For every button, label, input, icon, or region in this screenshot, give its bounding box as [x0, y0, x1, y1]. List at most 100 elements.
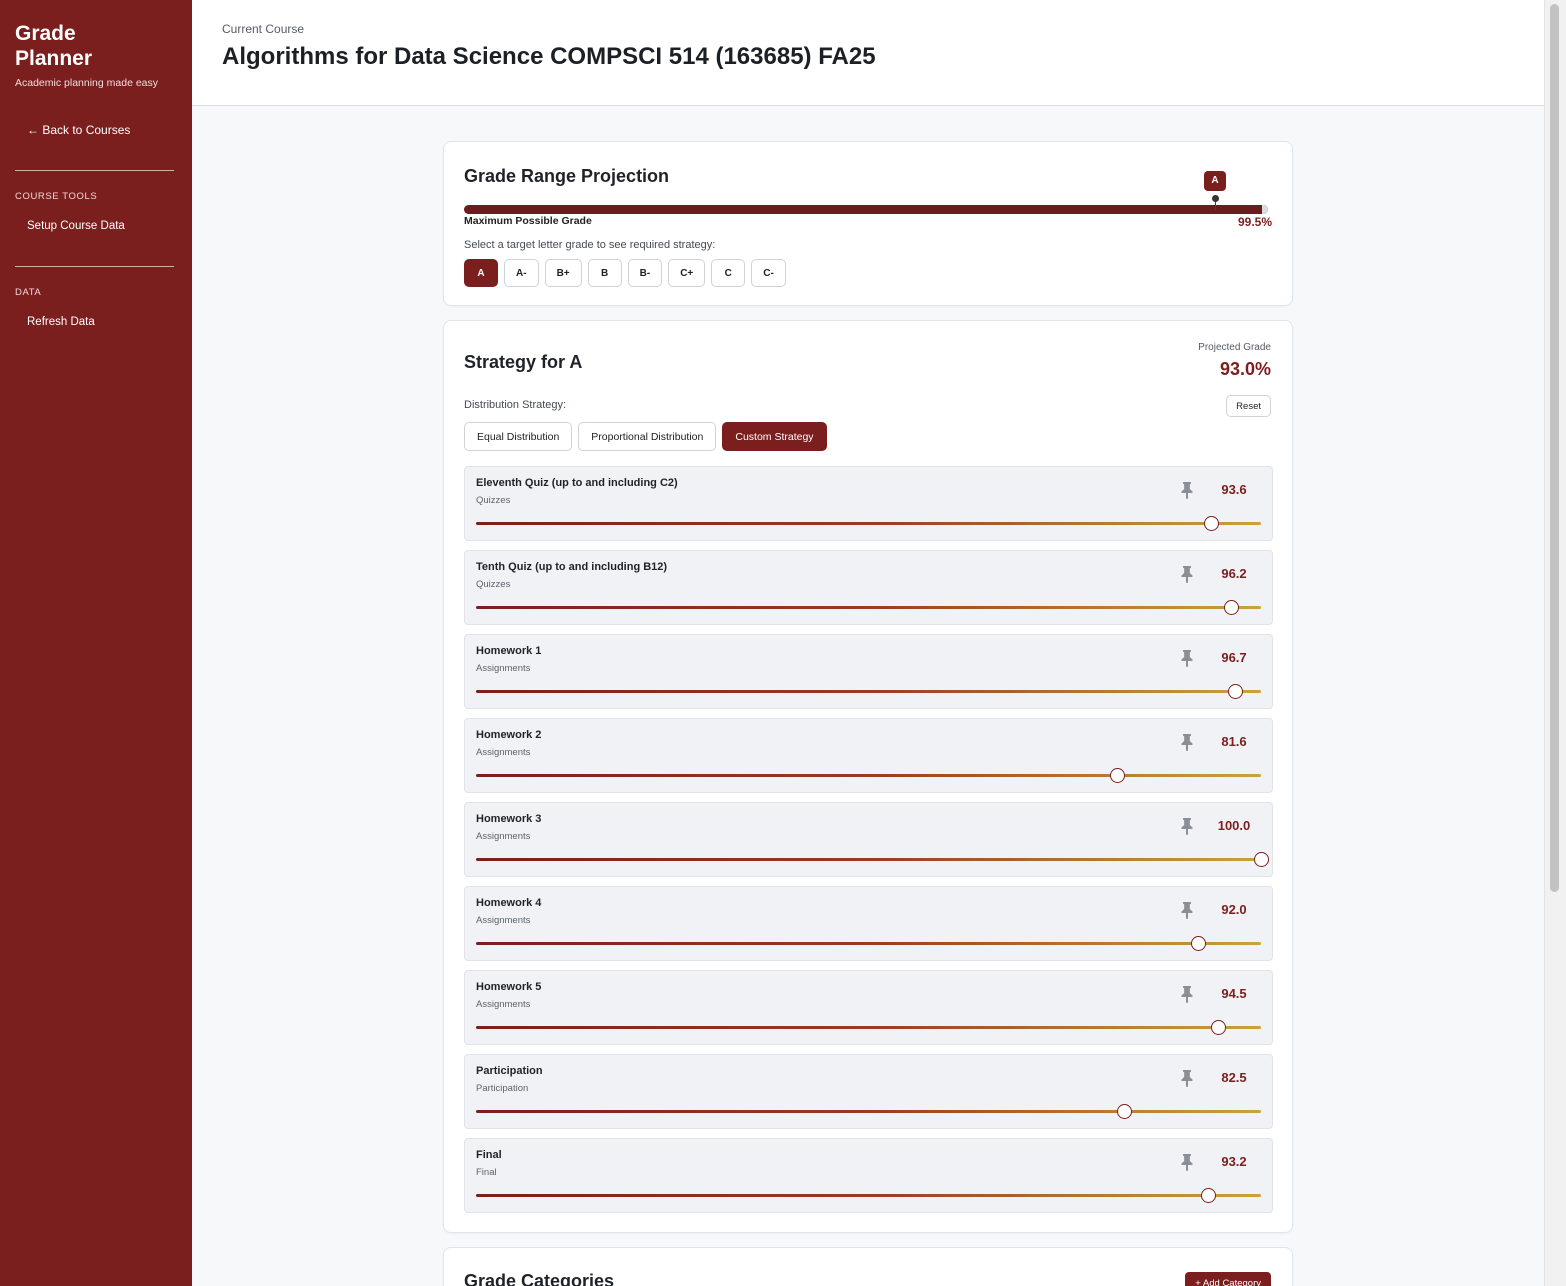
strategy-item: Participation Participation 82.5	[464, 1054, 1273, 1129]
score-slider-track[interactable]	[476, 942, 1261, 945]
sidebar-section-course-tools: COURSE TOOLS	[15, 191, 98, 202]
strategy-item-score[interactable]: 82.5	[1206, 1070, 1262, 1085]
strategy-title: Strategy for A	[464, 352, 583, 372]
grade-range-bar-remainder	[1262, 205, 1268, 214]
strategy-item: Homework 5 Assignments 94.5	[464, 970, 1273, 1045]
strategy-item: Final Final 93.2	[464, 1138, 1273, 1213]
sidebar-section-data: DATA	[15, 287, 42, 298]
pin-icon[interactable]	[1180, 1069, 1194, 1087]
target-grade-prompt: Select a target letter grade to see requ…	[464, 239, 716, 251]
score-slider-thumb[interactable]	[1210, 1020, 1226, 1035]
strategy-item-category: Assignments	[476, 915, 531, 926]
grade-button-c-plus[interactable]: C+	[668, 259, 706, 287]
strategy-item-score[interactable]: 92.0	[1206, 902, 1262, 917]
strategy-item: Eleventh Quiz (up to and including C2) Qu…	[464, 466, 1273, 541]
strategy-item-category: Assignments	[476, 747, 531, 758]
pin-icon[interactable]	[1180, 901, 1194, 919]
grade-button-b-minus[interactable]: B-	[627, 259, 663, 287]
grade-button-a-minus[interactable]: A-	[504, 259, 539, 287]
strategy-item-score[interactable]: 96.7	[1206, 650, 1262, 665]
score-slider-thumb[interactable]	[1191, 936, 1207, 951]
score-slider-track[interactable]	[476, 606, 1261, 609]
sidebar: Grade Planner Academic planning made eas…	[0, 0, 192, 1286]
strategy-item-category: Assignments	[476, 663, 531, 674]
score-slider-thumb[interactable]	[1254, 852, 1269, 867]
score-slider-thumb[interactable]	[1228, 684, 1244, 699]
strategy-item-name: Homework 1	[476, 645, 542, 657]
reset-button[interactable]: Reset	[1226, 395, 1271, 417]
grade-button-c[interactable]: C	[711, 259, 746, 287]
score-slider-thumb[interactable]	[1109, 768, 1125, 783]
scrollbar-thumb[interactable]	[1550, 4, 1559, 892]
grade-button-c-minus[interactable]: C-	[751, 259, 786, 287]
strategy-item: Homework 1 Assignments 96.7	[464, 634, 1273, 709]
grade-marker-badge: A	[1204, 171, 1226, 191]
strategy-item: Tenth Quiz (up to and including B12) Quiz…	[464, 550, 1273, 625]
grade-categories-title: Grade Categories	[464, 1271, 615, 1286]
strategy-item-score[interactable]: 81.6	[1206, 734, 1262, 749]
score-slider-track[interactable]	[476, 522, 1261, 525]
distribution-strategy-label: Distribution Strategy:	[464, 399, 567, 411]
strategy-item-name: Final	[476, 1149, 502, 1161]
add-category-button[interactable]: + Add Category	[1185, 1272, 1271, 1286]
strategy-item-category: Assignments	[476, 999, 531, 1010]
strategy-item-name: Homework 3	[476, 813, 542, 825]
score-slider-track[interactable]	[476, 1110, 1261, 1113]
score-slider-thumb[interactable]	[1200, 1188, 1216, 1203]
brand-title: Grade Planner	[15, 21, 125, 71]
score-slider-thumb[interactable]	[1224, 600, 1240, 615]
strategy-item-score[interactable]: 93.2	[1206, 1154, 1262, 1169]
score-slider-track[interactable]	[476, 1194, 1261, 1197]
projected-grade-value: 93.0%	[1219, 359, 1271, 379]
score-slider-track[interactable]	[476, 774, 1261, 777]
strategy-item-list: Eleventh Quiz (up to and including C2) Qu…	[464, 466, 1273, 1222]
max-possible-grade-value: 99.5%	[1237, 215, 1272, 229]
back-to-courses-link[interactable]: ← Back to Courses	[27, 123, 130, 137]
sidebar-divider	[15, 266, 174, 267]
score-slider-thumb[interactable]	[1116, 1104, 1132, 1119]
strategy-item: Homework 2 Assignments 81.6	[464, 718, 1273, 793]
strategy-item-category: Quizzes	[476, 495, 511, 506]
strategy-item-name: Homework 5	[476, 981, 542, 993]
score-slider-track[interactable]	[476, 690, 1261, 693]
sidebar-item-setup-course-data[interactable]: Setup Course Data	[27, 220, 125, 232]
strategy-item-category: Assignments	[476, 831, 531, 842]
brand-tagline: Academic planning made easy	[15, 77, 159, 89]
vertical-scrollbar[interactable]	[1544, 0, 1566, 1286]
score-slider-track[interactable]	[476, 858, 1261, 861]
equal-distribution-button[interactable]: Equal Distribution	[464, 422, 573, 451]
strategy-item-name: Eleventh Quiz (up to and including C2)	[476, 477, 678, 489]
pin-icon[interactable]	[1180, 481, 1194, 499]
page-title: Algorithms for Data Science COMPSCI 514 …	[222, 43, 876, 70]
pin-icon[interactable]	[1180, 817, 1194, 835]
grade-range-projection-card: Grade Range Projection A Maximum Possibl…	[443, 141, 1293, 306]
grade-categories-card: Grade Categories + Add Category	[443, 1247, 1293, 1286]
strategy-item-name: Tenth Quiz (up to and including B12)	[476, 561, 668, 573]
grade-button-a[interactable]: A	[464, 259, 498, 287]
strategy-item-score[interactable]: 96.2	[1206, 566, 1262, 581]
strategy-item-name: Homework 4	[476, 897, 542, 909]
projected-grade-label: Projected Grade	[1198, 342, 1271, 353]
brand-text: Grade Planner	[15, 22, 93, 70]
custom-strategy-button[interactable]: Custom Strategy	[722, 422, 827, 451]
proportional-distribution-button[interactable]: Proportional Distribution	[578, 422, 717, 451]
strategy-item: Homework 4 Assignments 92.0	[464, 886, 1273, 961]
strategy-item-score[interactable]: 94.5	[1206, 986, 1262, 1001]
score-slider-thumb[interactable]	[1203, 516, 1219, 531]
strategy-item-score[interactable]: 100.0	[1206, 818, 1262, 833]
strategy-item-category: Participation	[476, 1083, 529, 1094]
sidebar-divider	[15, 170, 174, 171]
strategy-item-name: Homework 2	[476, 729, 542, 741]
sidebar-item-refresh-data[interactable]: Refresh Data	[27, 316, 95, 328]
pin-icon[interactable]	[1180, 565, 1194, 583]
score-slider-track[interactable]	[476, 1026, 1261, 1029]
pin-icon[interactable]	[1180, 1153, 1194, 1171]
pin-icon[interactable]	[1180, 985, 1194, 1003]
grade-button-b-plus[interactable]: B+	[544, 259, 582, 287]
grade-button-b[interactable]: B	[587, 259, 622, 287]
strategy-card: Strategy for A Projected Grade 93.0% Dis…	[443, 320, 1293, 1233]
pin-icon[interactable]	[1180, 649, 1194, 667]
strategy-item-score[interactable]: 93.6	[1206, 482, 1262, 497]
strategy-item-name: Participation	[476, 1065, 543, 1077]
pin-icon[interactable]	[1180, 733, 1194, 751]
